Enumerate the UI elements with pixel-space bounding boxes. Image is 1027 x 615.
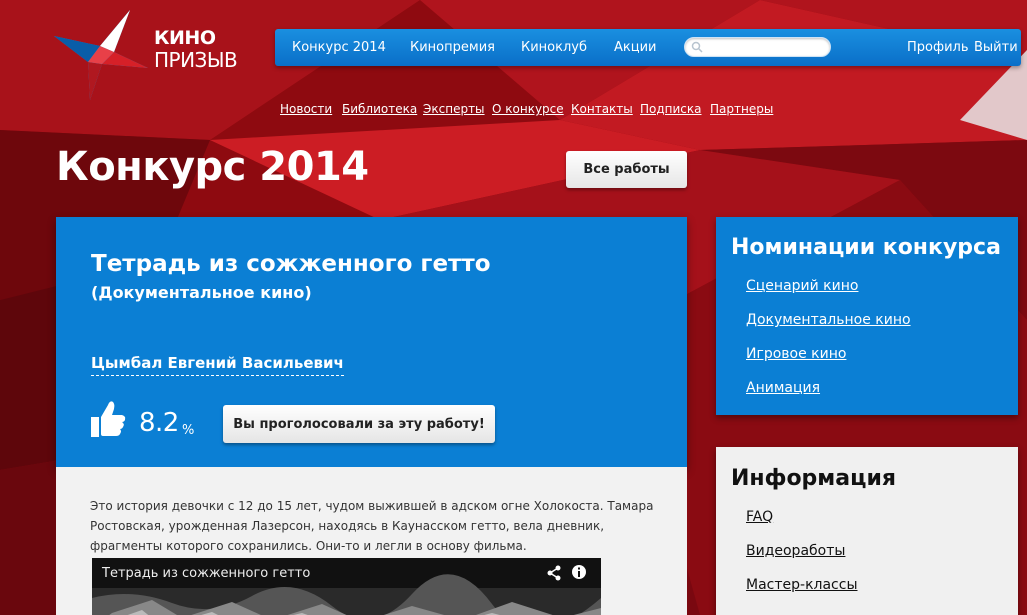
- subnav-about-contest[interactable]: О конкурсе: [492, 102, 564, 116]
- work-genre: (Документальное кино): [91, 283, 312, 302]
- work-title-block: Тетрадь из сожженного гетто (Документаль…: [91, 247, 661, 315]
- star-logo-icon: [54, 10, 148, 100]
- nav-profile[interactable]: Профиль: [907, 29, 969, 66]
- subnav-news[interactable]: Новости: [280, 102, 332, 116]
- info-master-classes[interactable]: Мастер-классы: [746, 577, 858, 593]
- work-card: Тетрадь из сожженного гетто (Документаль…: [56, 217, 687, 467]
- subnav-subscription[interactable]: Подписка: [640, 102, 702, 116]
- nav-promotions[interactable]: Акции: [614, 29, 657, 66]
- logo-wordmark: КИНО ПРИЗЫВ: [154, 27, 238, 72]
- description-panel: Это история девочки с 12 до 15 лет, чудо…: [56, 467, 687, 615]
- subnav-partners[interactable]: Партнеры: [710, 102, 773, 116]
- thumbs-up-icon: [91, 401, 126, 437]
- nav-film-club[interactable]: Киноклуб: [521, 29, 587, 66]
- all-works-button[interactable]: Все работы: [566, 151, 687, 188]
- page-title: Конкурс 2014: [56, 144, 369, 190]
- info-icon[interactable]: [571, 564, 587, 580]
- information-title: Информация: [731, 466, 896, 491]
- nominations-box: Номинации конкурса Сценарий кино Докумен…: [716, 217, 1018, 415]
- work-description: Это история девочки с 12 до 15 лет, чудо…: [90, 499, 654, 553]
- information-box: Информация FAQ Видеоработы Мастер-классы: [716, 447, 1018, 615]
- search-input[interactable]: [684, 37, 831, 57]
- nomination-documentary[interactable]: Документальное кино: [746, 312, 911, 328]
- share-icon[interactable]: [546, 565, 562, 581]
- search-icon: [691, 41, 703, 53]
- nav-logout[interactable]: Выйти: [974, 29, 1018, 66]
- info-faq[interactable]: FAQ: [746, 509, 773, 525]
- site-logo[interactable]: КИНО ПРИЗЫВ: [52, 8, 252, 103]
- subnav-experts[interactable]: Эксперты: [423, 102, 485, 116]
- logo-line2: ПРИЗЫВ: [154, 48, 238, 72]
- nomination-screenplay[interactable]: Сценарий кино: [746, 278, 858, 294]
- video-title: Тетрадь из сожженного гетто: [102, 566, 311, 581]
- subnav-library[interactable]: Библиотека: [342, 102, 417, 116]
- rating-unit: %: [182, 423, 195, 438]
- voted-button[interactable]: Вы проголосовали за эту работу!: [223, 405, 495, 443]
- nav-film-award[interactable]: Кинопремия: [410, 29, 495, 66]
- rating-value: 8.2: [139, 408, 179, 438]
- nomination-feature-film[interactable]: Игровое кино: [746, 346, 846, 362]
- nominations-title: Номинации конкурса: [731, 235, 1001, 260]
- work-title: Тетрадь из сожженного гетто: [91, 251, 491, 277]
- logo-line1: КИНО: [154, 27, 216, 49]
- secondary-navigation: Новости Библиотека Эксперты О конкурсе К…: [0, 102, 1027, 118]
- info-video-works[interactable]: Видеоработы: [746, 543, 845, 559]
- author-link[interactable]: Цымбал Евгений Васильевич: [91, 354, 344, 376]
- nomination-animation[interactable]: Анимация: [746, 380, 820, 396]
- nav-contest-2014[interactable]: Конкурс 2014: [292, 29, 386, 66]
- video-player[interactable]: Тетрадь из сожженного гетто: [92, 558, 601, 615]
- top-navigation: Конкурс 2014 Кинопремия Киноклуб Акции П…: [275, 29, 1021, 66]
- subnav-contacts[interactable]: Контакты: [571, 102, 633, 116]
